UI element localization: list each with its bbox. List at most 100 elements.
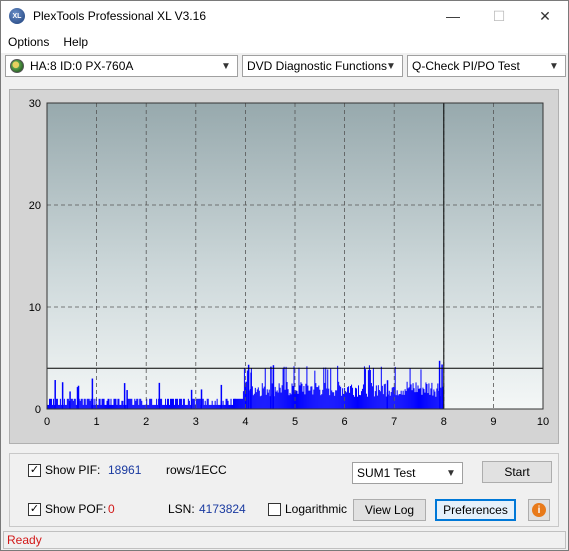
- title-bar: XL PlexTools Professional XL V3.16 — ☐ ✕: [1, 1, 568, 31]
- data-bar: [374, 391, 376, 409]
- data-bar: [116, 404, 118, 409]
- data-spike: [126, 390, 128, 409]
- data-bar: [64, 404, 66, 409]
- preferences-button[interactable]: Preferences: [435, 499, 516, 521]
- data-bar: [152, 404, 154, 409]
- data-bar: [161, 398, 163, 409]
- data-bar: [60, 404, 62, 409]
- chevron-down-icon: ▼: [549, 60, 559, 72]
- data-spike: [220, 384, 223, 409]
- data-bar: [143, 404, 145, 409]
- data-bar: [345, 391, 347, 409]
- show-pif-check-icon: ✓: [28, 463, 41, 477]
- toolbar: HA:8 ID:0 PX-760A ▼ DVD Diagnostic Funct…: [5, 55, 566, 79]
- data-bar: [392, 386, 394, 409]
- data-spike: [270, 366, 272, 409]
- data-bar: [379, 391, 381, 409]
- data-bar: [205, 404, 207, 409]
- data-bar: [218, 404, 220, 409]
- data-bar: [309, 390, 311, 409]
- data-bar: [106, 400, 108, 409]
- minimize-button[interactable]: —: [430, 1, 476, 31]
- data-bar: [314, 370, 316, 409]
- data-bar: [377, 385, 379, 409]
- data-bar: [306, 366, 308, 409]
- x-tick-label: 7: [391, 416, 397, 428]
- data-bar: [230, 398, 232, 409]
- data-bar: [375, 385, 377, 409]
- data-bar: [352, 387, 354, 409]
- drive-select[interactable]: HA:8 ID:0 PX-760A ▼: [5, 55, 238, 77]
- show-pif-checkbox[interactable]: ✓ Show PIF:: [28, 463, 100, 477]
- data-bar: [395, 395, 397, 409]
- data-bar: [254, 387, 256, 409]
- data-bar: [111, 404, 113, 409]
- sum-test-select[interactable]: SUM1 Test ▼: [352, 462, 463, 484]
- data-bar: [405, 391, 407, 409]
- data-bar: [368, 365, 370, 409]
- data-bar: [389, 395, 391, 409]
- data-bar: [378, 389, 380, 409]
- data-bar: [142, 404, 144, 409]
- data-bar: [242, 391, 244, 409]
- data-bar: [332, 392, 334, 409]
- data-bar: [409, 368, 411, 409]
- view-log-button[interactable]: View Log: [353, 499, 426, 521]
- data-bar: [115, 398, 117, 409]
- data-bar: [66, 398, 68, 409]
- y-tick-label: 20: [29, 200, 41, 212]
- data-bar: [436, 388, 438, 409]
- data-bar: [226, 398, 228, 409]
- data-bar: [85, 404, 87, 409]
- data-bar: [396, 390, 398, 409]
- data-bar: [228, 404, 230, 409]
- data-bar: [331, 390, 333, 409]
- maximize-button[interactable]: ☐: [476, 1, 522, 31]
- test-select[interactable]: Q-Check PI/PO Test ▼: [407, 55, 566, 77]
- data-bar: [49, 398, 51, 409]
- data-bar: [427, 393, 429, 409]
- data-bar: [310, 386, 312, 409]
- data-spike: [441, 364, 443, 409]
- data-bar: [217, 404, 219, 409]
- close-button[interactable]: ✕: [522, 1, 568, 31]
- data-bar: [325, 367, 327, 409]
- function-select[interactable]: DVD Diagnostic Functions ▼: [242, 55, 403, 77]
- logarithmic-checkbox[interactable]: Logarithmic: [268, 502, 347, 516]
- data-bar: [164, 404, 166, 409]
- x-tick-label: 10: [537, 416, 549, 428]
- y-tick-label: 0: [35, 404, 41, 416]
- data-bar: [86, 398, 88, 409]
- data-bar: [271, 383, 273, 409]
- data-bar: [133, 404, 135, 409]
- controls-panel: ✓ Show PIF: 18961 rows/1ECC SUM1 Test ▼ …: [9, 453, 559, 527]
- data-bar: [323, 367, 325, 409]
- data-bar: [421, 394, 423, 409]
- start-button[interactable]: Start: [482, 461, 552, 483]
- data-bar: [253, 393, 255, 409]
- data-bar: [171, 398, 172, 409]
- data-bar: [187, 398, 189, 409]
- window-title: PlexTools Professional XL V3.16: [33, 9, 206, 23]
- data-bar: [52, 398, 54, 409]
- data-bar: [318, 385, 320, 409]
- data-bar: [122, 400, 124, 409]
- data-bar: [432, 395, 434, 409]
- data-bar: [137, 398, 139, 409]
- menu-help[interactable]: Help: [56, 35, 95, 49]
- data-bar: [219, 404, 221, 409]
- data-bar: [179, 398, 181, 409]
- menu-options[interactable]: Options: [1, 35, 56, 49]
- data-bar: [225, 398, 227, 409]
- data-bar: [154, 404, 156, 409]
- data-bar: [178, 398, 180, 409]
- data-bar: [316, 387, 318, 409]
- show-pof-checkbox[interactable]: ✓ Show POF:: [28, 502, 106, 516]
- data-spike: [69, 391, 71, 409]
- info-button[interactable]: i: [528, 499, 550, 521]
- data-bar: [151, 398, 153, 409]
- data-bar: [90, 398, 92, 409]
- data-bar: [81, 398, 83, 409]
- data-spike: [91, 378, 94, 409]
- data-bar: [73, 398, 75, 409]
